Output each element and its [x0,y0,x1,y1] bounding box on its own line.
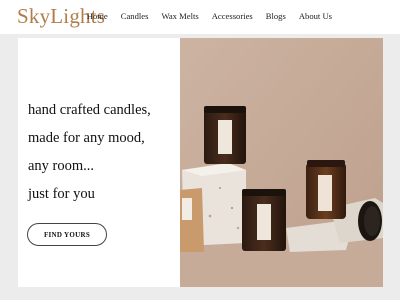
hero-tagline: hand crafted candles, made for any mood,… [28,96,151,208]
nav-item-about-us[interactable]: About Us [299,11,332,21]
nav-item-wax-melts[interactable]: Wax Melts [161,11,198,21]
nav-item-candles[interactable]: Candles [121,11,149,21]
hero-section: hand crafted candles, made for any mood,… [18,38,383,287]
tagline-line-3: any room... [28,158,95,174]
nav-item-accessories[interactable]: Accessories [212,11,253,21]
hero-product-image [180,38,383,287]
nav-item-blogs[interactable]: Blogs [266,11,286,21]
find-yours-button[interactable]: FIND YOURS [27,223,107,246]
tagline-line-2: made for any mood, [28,130,145,146]
tagline-line-4: just for you [28,186,95,202]
tagline-line-1: hand crafted candles, [28,102,151,118]
main-nav: Home Candles Wax Melts Accessories Blogs… [74,11,400,21]
site-header: SkyLights Home Candles Wax Melts Accesso… [0,0,400,34]
nav-item-home[interactable]: Home [87,11,108,21]
